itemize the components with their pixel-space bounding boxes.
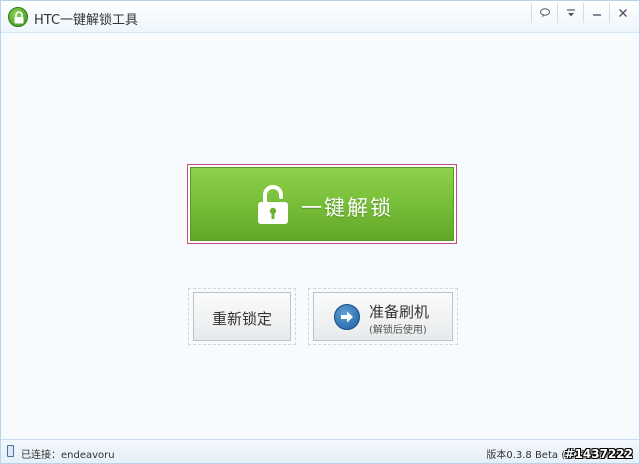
title-bar[interactable]: HTC一键解锁工具: [1, 1, 639, 33]
window-controls: [531, 3, 635, 25]
window-title: HTC一键解锁工具: [34, 13, 139, 28]
minimize-button[interactable]: [583, 3, 609, 23]
menu-button[interactable]: [557, 3, 583, 23]
unlock-button-focus-frame: 一键解锁: [187, 164, 457, 244]
unlocked-padlock-icon: [258, 185, 288, 224]
feedback-button[interactable]: [531, 3, 557, 23]
close-button[interactable]: [609, 3, 635, 23]
flash-button-label: 准备刷机: [369, 303, 430, 321]
relock-button-label: 重新锁定: [211, 310, 272, 328]
image-watermark: #1437222: [564, 447, 633, 461]
one-click-unlock-button[interactable]: 一键解锁: [190, 167, 454, 241]
app-lock-icon: [8, 7, 28, 27]
relock-button[interactable]: 重新锁定: [193, 292, 291, 341]
flash-button-sublabel: (解锁后使用): [369, 325, 427, 336]
unlock-button-label: 一键解锁: [301, 196, 393, 220]
phone-icon: [7, 445, 14, 457]
connection-status: 已连接：endeavoru: [21, 450, 115, 461]
minimize-icon: [592, 14, 601, 16]
close-icon: [618, 9, 627, 17]
app-window: HTC一键解锁工具 一键解锁 重新锁定 准备刷机 (解锁后使用) 已连接：end…: [0, 0, 640, 464]
speech-bubble-icon: [539, 8, 550, 18]
prepare-flash-button[interactable]: 准备刷机 (解锁后使用): [313, 292, 453, 341]
arrow-right-icon: [334, 304, 360, 330]
status-bar: 已连接：endeavoru 版本0.3.8 Beta (已经是最新版): [1, 439, 639, 463]
dropdown-menu-icon: [566, 9, 575, 17]
